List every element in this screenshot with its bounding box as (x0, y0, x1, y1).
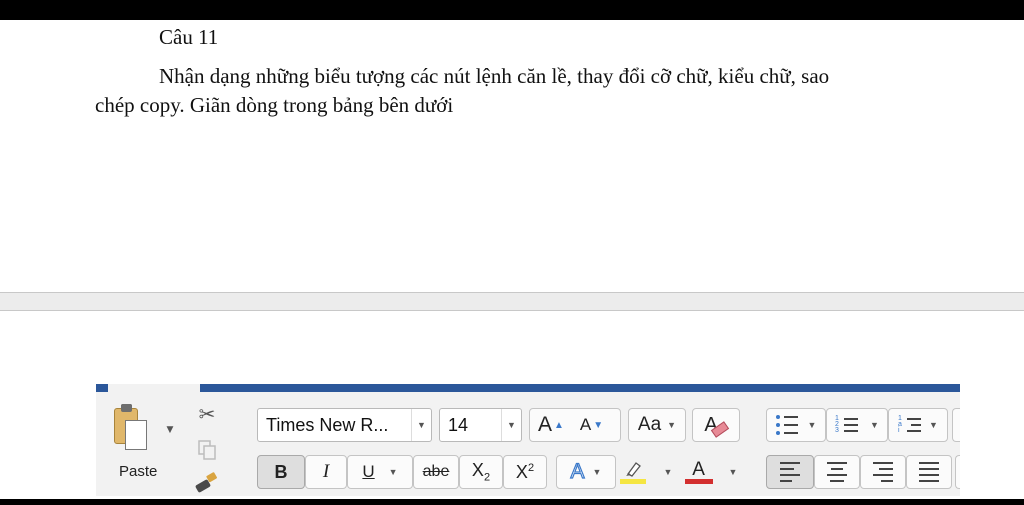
superscript-icon: X2 (516, 462, 534, 483)
line-spacing-button-partial[interactable] (955, 455, 960, 489)
paste-dropdown-icon[interactable]: ▼ (164, 422, 176, 438)
font-size-dropdown-icon[interactable]: ▼ (501, 409, 521, 441)
strikethrough-icon: abe (422, 463, 450, 480)
cut-scissors-icon[interactable]: ✂ (194, 401, 220, 427)
font-name-value: Times New R... (266, 414, 389, 435)
shrink-font-button[interactable]: A ▼ (580, 415, 603, 435)
ribbon-accent-left (96, 384, 108, 392)
change-case-dropdown-icon[interactable]: ▼ (667, 420, 676, 430)
highlight-color-swatch (619, 479, 646, 484)
superscript-base: X (515, 461, 528, 482)
numbering-icon: 1 2 3 (835, 415, 859, 434)
numbering-digits: 1 2 3 (835, 415, 839, 434)
underline-button[interactable]: U ▼ (347, 455, 413, 489)
italic-button[interactable]: I (305, 455, 347, 489)
shrink-font-label: A (579, 415, 592, 434)
change-case-button[interactable]: Aa ▼ (628, 408, 686, 442)
text-effects-dropdown-icon[interactable]: ▼ (593, 467, 602, 477)
multilevel-dropdown-icon[interactable]: ▼ (929, 420, 938, 430)
bullets-button[interactable]: ▼ (766, 408, 826, 442)
italic-icon: I (322, 461, 330, 482)
superscript-index: 2 (527, 461, 535, 474)
bold-button[interactable]: B (257, 455, 305, 489)
question-heading: Câu 11 (159, 25, 219, 49)
strikethrough-button[interactable]: abe (413, 455, 459, 489)
font-color-letter: A (692, 459, 705, 480)
multilevel-list-icon: 1 a i (898, 415, 922, 434)
subscript-button[interactable]: X2 (459, 455, 503, 489)
subscript-base: X (471, 460, 484, 481)
align-center-button[interactable] (814, 455, 860, 489)
font-color-swatch (684, 479, 713, 484)
font-color-icon: A (684, 459, 713, 484)
paste-label: Paste (119, 463, 158, 480)
align-right-icon (873, 462, 893, 482)
underline-dropdown-icon[interactable]: ▼ (389, 467, 398, 477)
multilevel-list-button[interactable]: 1 a i ▼ (888, 408, 948, 442)
align-right-button[interactable] (860, 455, 906, 489)
clear-formatting-button[interactable]: A (692, 408, 740, 442)
font-size-value: 14 (448, 414, 469, 435)
bold-icon: B (274, 461, 288, 482)
decrease-indent-button-partial[interactable] (952, 408, 960, 442)
underline-icon: U (362, 462, 375, 481)
shrink-arrow-icon: ▼ (593, 419, 604, 431)
bullets-icon (775, 415, 798, 435)
subscript-index: 2 (483, 471, 491, 484)
format-painter-icon[interactable] (192, 470, 222, 496)
justify-icon (919, 462, 939, 482)
font-color-button[interactable]: A ▼ (680, 455, 742, 489)
justify-button[interactable] (906, 455, 952, 489)
superscript-button[interactable]: X2 (503, 455, 547, 489)
highlight-button[interactable]: ▼ (616, 455, 676, 489)
highlighter-icon (619, 460, 646, 484)
clear-formatting-icon: A (704, 414, 729, 438)
align-left-icon (780, 462, 800, 482)
text-effects-icon: A (570, 459, 585, 483)
grow-arrow-icon: ▲ (554, 419, 564, 431)
align-center-icon (827, 462, 847, 482)
font-size-select[interactable]: 14 ▼ (439, 408, 522, 442)
grow-font-label: A (538, 413, 553, 436)
bullets-dropdown-icon[interactable]: ▼ (808, 420, 817, 430)
subscript-icon: X2 (472, 460, 490, 484)
clipboard-page-icon (125, 420, 147, 450)
grow-font-icon: A ▲ (538, 413, 564, 437)
multilevel-digits: 1 a i (898, 415, 902, 434)
paragraph-line-2: chép copy. Giãn dòng trong bảng bên dưới (95, 93, 454, 117)
highlight-dropdown-icon[interactable]: ▼ (664, 467, 673, 477)
paragraph-line-1: Nhận dạng những biểu tượng các nút lệnh … (159, 64, 830, 88)
align-left-button[interactable] (766, 455, 814, 489)
text-effects-button[interactable]: A ▼ (556, 455, 616, 489)
page-separator (0, 292, 1024, 311)
ribbon-accent-bar (200, 384, 960, 392)
numbering-dropdown-icon[interactable]: ▼ (870, 420, 879, 430)
font-color-dropdown-icon[interactable]: ▼ (729, 467, 738, 477)
change-case-icon: Aa (637, 414, 662, 435)
document-page: Câu 11 Nhận dạng những biểu tượng các nú… (0, 20, 1024, 292)
clipboard-clip-icon (121, 404, 132, 412)
font-name-dropdown-icon[interactable]: ▼ (411, 409, 431, 441)
top-black-bar (0, 0, 1024, 20)
copy-icon[interactable] (194, 437, 220, 463)
bottom-black-bar (0, 499, 1024, 505)
question-paragraph: Nhận dạng những biểu tượng các nút lệnh … (95, 62, 975, 120)
grow-font-button[interactable]: A ▲ A ▼ (529, 408, 621, 442)
numbering-button[interactable]: 1 2 3 ▼ (826, 408, 888, 442)
font-name-select[interactable]: Times New R... ▼ (257, 408, 432, 442)
